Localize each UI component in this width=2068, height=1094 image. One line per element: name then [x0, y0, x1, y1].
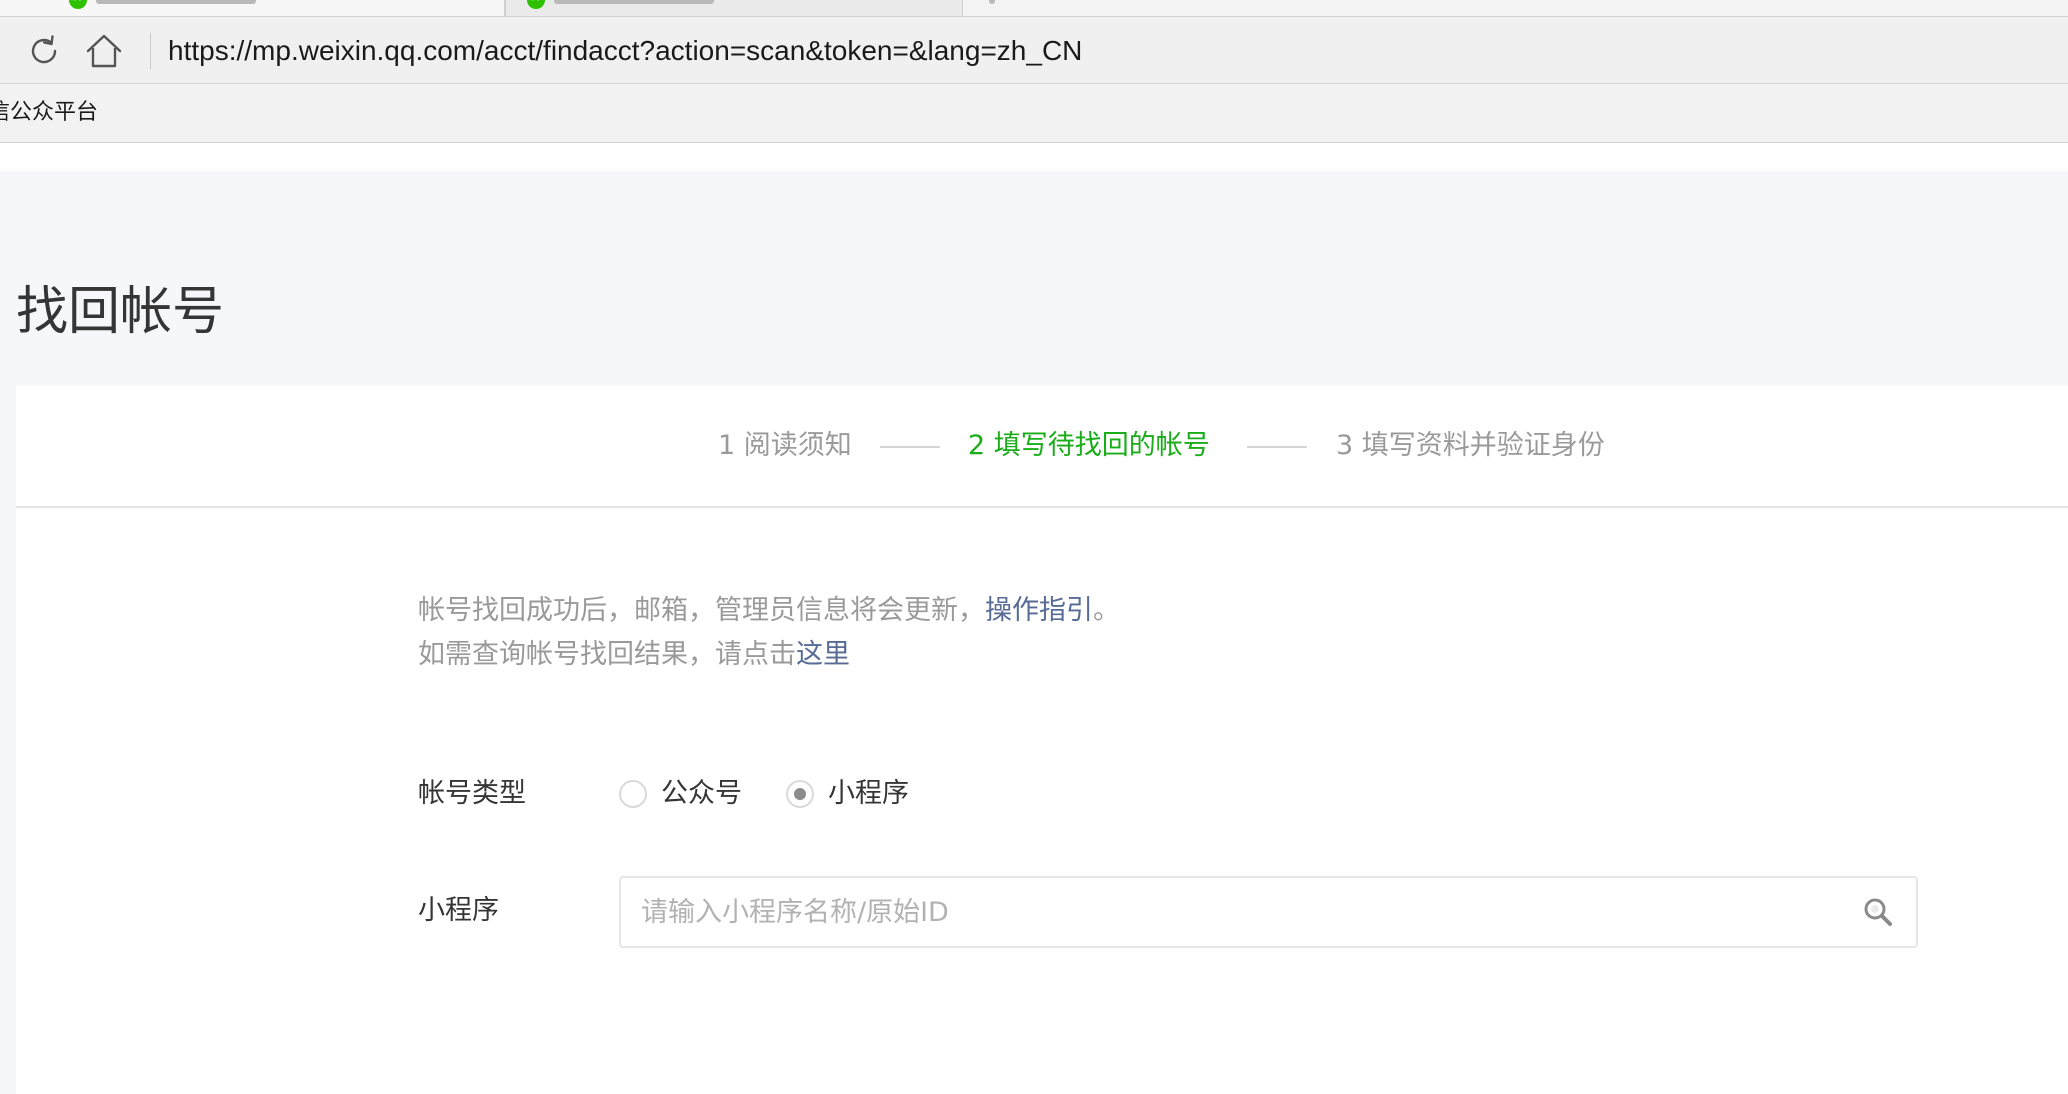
- tab-title: [96, 0, 256, 4]
- browser-address-bar: https://mp.weixin.qq.com/acct/findacct?a…: [0, 17, 2068, 84]
- find-account-card: 1 阅读须知 2 填写待找回的帐号 3 填写资料并验证身份 帐号找回成功后，邮箱…: [16, 386, 2068, 1094]
- check-result-link[interactable]: 这里: [796, 639, 850, 670]
- bookmarks-bar: 信公众平台: [0, 84, 2068, 143]
- guide-link[interactable]: 操作指引: [985, 595, 1093, 626]
- mini-program-label: 小程序: [418, 895, 499, 926]
- mini-program-search-input[interactable]: [639, 878, 1819, 946]
- browser-tab-3[interactable]: [963, 0, 1163, 16]
- radio-official-account[interactable]: 公众号: [619, 775, 742, 813]
- browser-tab-strip: [0, 0, 2068, 17]
- tab-title: [989, 0, 995, 4]
- radio-mini-program[interactable]: 小程序: [786, 775, 909, 813]
- radio-circle-checked[interactable]: [786, 780, 814, 808]
- step-divider: [1247, 446, 1307, 448]
- wechat-favicon-icon: [527, 0, 545, 9]
- reload-button[interactable]: [22, 29, 66, 73]
- account-type-label: 帐号类型: [418, 778, 526, 809]
- home-icon: [86, 34, 122, 68]
- radio-circle[interactable]: [619, 780, 647, 808]
- step-indicator: 1 阅读须知 2 填写待找回的帐号 3 填写资料并验证身份: [16, 386, 2068, 508]
- notice-line-2-text: 如需查询帐号找回结果，请点击: [418, 639, 796, 670]
- step-divider: [880, 446, 940, 448]
- url-field[interactable]: https://mp.weixin.qq.com/acct/findacct?a…: [168, 33, 1082, 69]
- notice-line-1-end: 。: [1093, 595, 1120, 626]
- search-icon[interactable]: [1862, 896, 1894, 928]
- radio-official-label: 公众号: [661, 778, 742, 809]
- browser-tab-1[interactable]: [0, 0, 505, 16]
- radio-mini-label: 小程序: [828, 778, 909, 809]
- reload-icon: [31, 35, 57, 64]
- step-verify-identity: 3 填写资料并验证身份: [1336, 430, 1605, 461]
- notice-line-1: 帐号找回成功后，邮箱，管理员信息将会更新，操作指引。: [418, 589, 1120, 633]
- page-title: 找回帐号: [16, 281, 225, 342]
- step-read-notice: 1 阅读须知: [718, 430, 852, 461]
- browser-tab-2[interactable]: [505, 0, 963, 16]
- step-fill-account: 2 填写待找回的帐号: [968, 430, 1210, 461]
- address-separator: [150, 33, 151, 69]
- bookmark-wechat-platform[interactable]: 信公众平台: [0, 97, 98, 129]
- notice-text: 帐号找回成功后，邮箱，管理员信息将会更新，操作指引。 如需查询帐号找回结果，请点…: [418, 589, 1120, 677]
- page-header-strip: [0, 143, 2068, 171]
- tab-title: [554, 0, 714, 4]
- wechat-favicon-icon: [69, 0, 87, 9]
- home-button[interactable]: [82, 29, 126, 73]
- mini-program-search-box: [619, 876, 1918, 948]
- notice-line-1-text: 帐号找回成功后，邮箱，管理员信息将会更新，: [418, 595, 985, 626]
- notice-line-2: 如需查询帐号找回结果，请点击这里: [418, 633, 1120, 677]
